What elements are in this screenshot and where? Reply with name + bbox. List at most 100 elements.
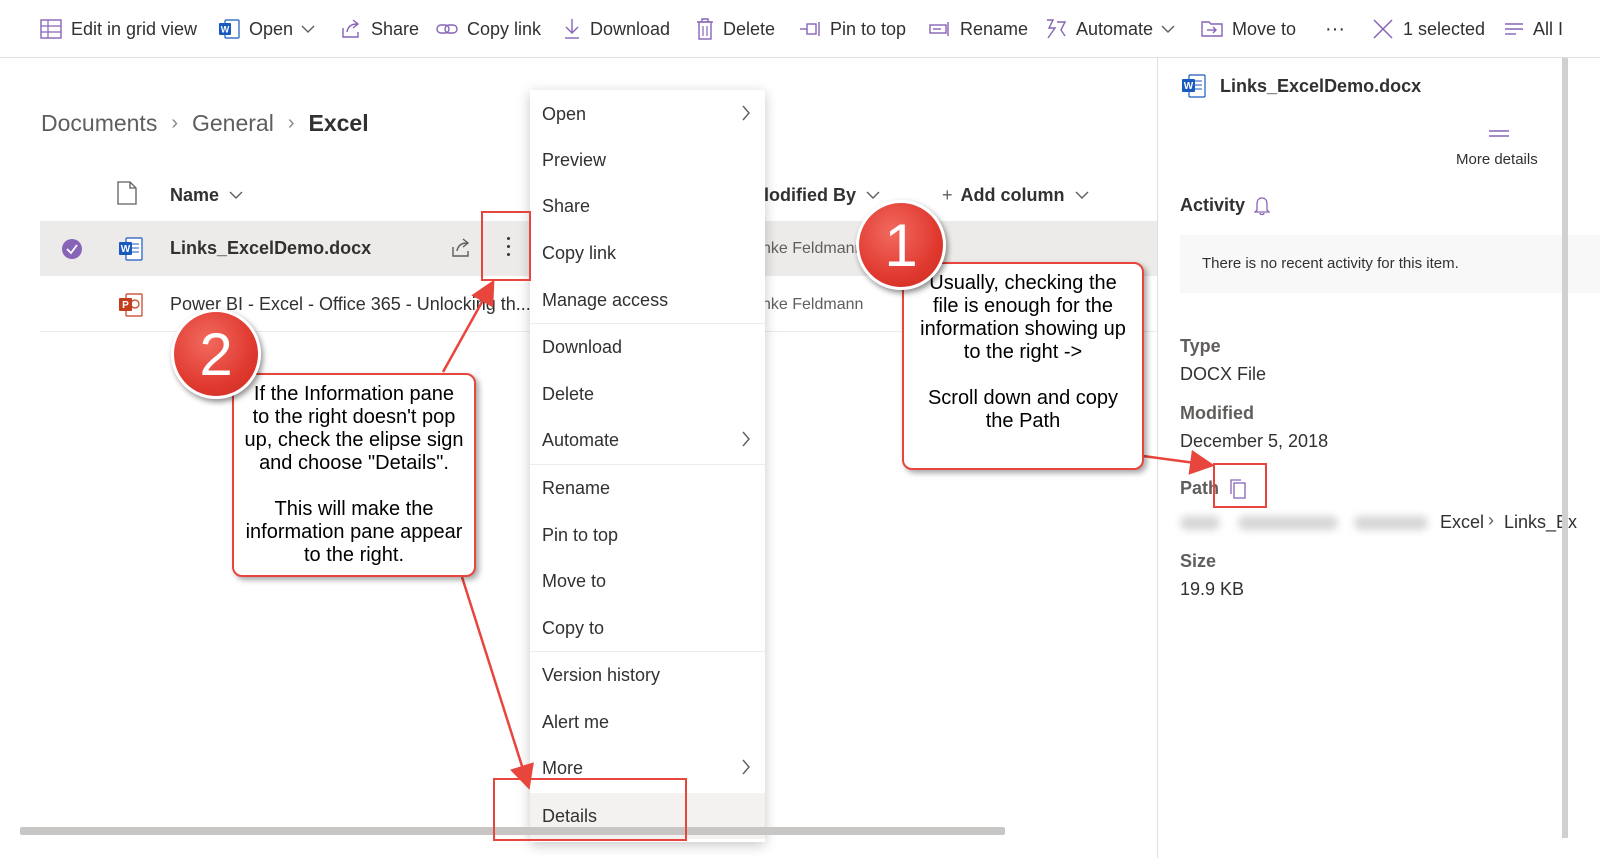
column-header-modified-by[interactable]: lodified By bbox=[764, 180, 880, 210]
column-modified-by-label: lodified By bbox=[764, 184, 857, 205]
file-name[interactable]: Links_ExcelDemo.docx bbox=[170, 221, 371, 276]
chevron-right-icon: › bbox=[171, 111, 178, 134]
add-column-button[interactable]: + Add column bbox=[942, 180, 1089, 210]
share-icon[interactable] bbox=[450, 238, 472, 258]
menu-item-share[interactable]: Share bbox=[530, 183, 765, 229]
more-label: ··· bbox=[1325, 17, 1345, 40]
copy-link-button[interactable]: Copy link bbox=[436, 14, 541, 44]
breadcrumb-current: Excel bbox=[308, 109, 369, 136]
activity-empty-text: There is no recent activity for this ite… bbox=[1202, 255, 1459, 272]
chevron-right-icon: › bbox=[1488, 510, 1494, 530]
size-label: Size bbox=[1180, 551, 1217, 571]
path-blurred bbox=[1354, 516, 1428, 530]
menu-item-open[interactable]: Open bbox=[530, 91, 765, 137]
svg-text:W: W bbox=[221, 25, 230, 35]
path-blurred bbox=[1238, 516, 1338, 530]
more-details-icon[interactable] bbox=[1488, 128, 1510, 138]
column-header-name[interactable]: Name bbox=[170, 180, 243, 210]
view-options-button[interactable]: All I bbox=[1504, 14, 1563, 44]
rename-label: Rename bbox=[960, 18, 1029, 39]
chevron-down-icon bbox=[1075, 191, 1089, 199]
bell-icon[interactable] bbox=[1254, 196, 1270, 216]
vertical-scrollbar[interactable] bbox=[1562, 58, 1568, 838]
menu-item-copy-link[interactable]: Copy link bbox=[530, 230, 765, 276]
modified-label: Modified bbox=[1180, 403, 1254, 423]
rename-button[interactable]: Rename bbox=[929, 14, 1028, 44]
callout-text-line: to the right -> bbox=[963, 341, 1083, 363]
share-label: Share bbox=[371, 18, 420, 39]
close-icon bbox=[1373, 19, 1393, 39]
edit-grid-button[interactable]: Edit in grid view bbox=[40, 14, 197, 44]
copy-link-label: Copy link bbox=[467, 18, 542, 39]
menu-item-label: Manage access bbox=[542, 289, 669, 310]
more-actions-button[interactable]: ··· bbox=[1325, 14, 1345, 44]
trash-icon bbox=[697, 18, 713, 40]
delete-label: Delete bbox=[723, 18, 776, 39]
word-file-icon: W bbox=[119, 237, 143, 261]
menu-item-copy-to[interactable]: Copy to bbox=[530, 605, 765, 651]
pin-to-top-button[interactable]: Pin to top bbox=[799, 14, 906, 44]
menu-item-pin-to-top[interactable]: Pin to top bbox=[530, 512, 765, 558]
menu-item-label: Pin to top bbox=[542, 524, 619, 545]
pin-icon bbox=[800, 22, 820, 36]
size-value: 19.9 KB bbox=[1180, 579, 1245, 599]
edit-grid-label: Edit in grid view bbox=[71, 18, 198, 39]
download-button[interactable]: Download bbox=[563, 14, 670, 44]
menu-item-label: Copy link bbox=[542, 242, 617, 263]
link-icon bbox=[436, 24, 458, 34]
modified-by: nke Feldmann bbox=[762, 239, 864, 257]
activity-heading: Activity bbox=[1180, 195, 1246, 215]
menu-item-version-history[interactable]: Version history bbox=[530, 652, 765, 698]
automate-button[interactable]: Automate bbox=[1045, 14, 1184, 44]
callout-text-line: file is enough for the bbox=[932, 295, 1114, 317]
open-label: Open bbox=[249, 18, 294, 39]
download-icon bbox=[565, 19, 579, 39]
menu-item-manage-access[interactable]: Manage access bbox=[530, 277, 765, 323]
menu-item-download[interactable]: Download bbox=[530, 324, 765, 370]
highlight-ellipsis bbox=[481, 211, 531, 281]
breadcrumb: Documents › General › Excel bbox=[41, 108, 369, 138]
menu-item-alert-me[interactable]: Alert me bbox=[530, 699, 765, 745]
chevron-down-icon bbox=[866, 191, 880, 199]
modified-value: December 5, 2018 bbox=[1180, 431, 1329, 451]
menu-item-rename[interactable]: Rename bbox=[530, 465, 765, 511]
svg-text:W: W bbox=[1184, 81, 1194, 92]
svg-text:P: P bbox=[122, 300, 129, 311]
activity-box: There is no recent activity for this ite… bbox=[1180, 235, 1600, 293]
flow-icon bbox=[1047, 19, 1067, 39]
checkmark-circle-icon[interactable] bbox=[61, 238, 83, 260]
word-file-icon: W bbox=[1182, 74, 1206, 98]
menu-item-automate[interactable]: Automate bbox=[530, 417, 765, 463]
grid-icon bbox=[40, 19, 62, 39]
all-label: All I bbox=[1533, 18, 1564, 39]
menu-item-label: Alert me bbox=[542, 711, 610, 732]
delete-button[interactable]: Delete bbox=[696, 14, 775, 44]
open-button[interactable]: W Open bbox=[218, 14, 324, 44]
callout-text-line: to the right. bbox=[303, 544, 405, 566]
menu-item-label: More bbox=[542, 757, 584, 778]
more-details-link[interactable]: More details bbox=[1456, 151, 1538, 168]
menu-item-label: Copy to bbox=[542, 617, 605, 638]
callout-text-line: Scroll down and copy bbox=[927, 387, 1119, 409]
breadcrumb-documents[interactable]: Documents bbox=[41, 110, 157, 137]
breadcrumb-general[interactable]: General bbox=[192, 110, 274, 137]
menu-item-label: Preview bbox=[542, 149, 607, 170]
menu-item-preview[interactable]: Preview bbox=[530, 137, 765, 183]
callout-2: If the Information pane to the right doe… bbox=[232, 373, 476, 577]
badge-number: 1 bbox=[884, 211, 918, 279]
callout-text-line: up, check the elipse sign bbox=[244, 429, 464, 451]
badge-number: 2 bbox=[199, 320, 233, 388]
share-button[interactable]: Share bbox=[340, 14, 419, 44]
chevron-down-icon bbox=[1161, 25, 1175, 33]
path-segment-excel: Excel bbox=[1440, 512, 1485, 532]
menu-item-label: Delete bbox=[542, 383, 595, 404]
menu-item-delete[interactable]: Delete bbox=[530, 371, 765, 417]
clear-selection-button[interactable]: 1 selected bbox=[1372, 14, 1485, 44]
file-type-icon bbox=[117, 181, 137, 205]
path-blurred bbox=[1180, 516, 1220, 530]
svg-text:W: W bbox=[121, 244, 131, 255]
view-lines-icon bbox=[1505, 23, 1523, 35]
move-to-button[interactable]: Move to bbox=[1201, 14, 1296, 44]
menu-item-move-to[interactable]: Move to bbox=[530, 558, 765, 604]
callout-text-line: If the Information pane bbox=[253, 383, 455, 405]
